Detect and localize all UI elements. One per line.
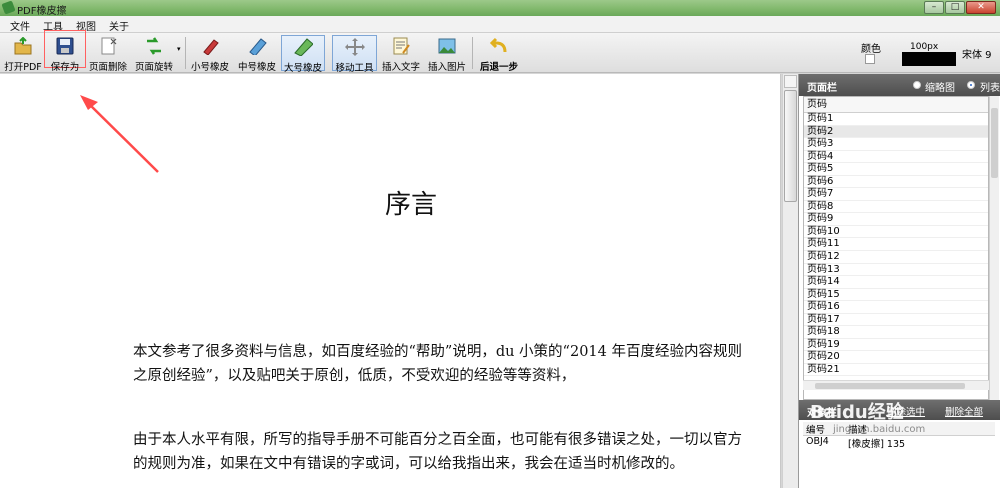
list-item[interactable]: 页码5 (804, 163, 988, 176)
object-id: OBJ4 (806, 436, 829, 447)
list-item[interactable]: 页码9 (804, 213, 988, 226)
list-label: 列表 (980, 83, 1000, 94)
delete-all-link[interactable]: 删除全部 (945, 404, 983, 418)
list-item[interactable]: 页码20 (804, 351, 988, 364)
list-item[interactable]: 页码3 (804, 138, 988, 151)
list-item[interactable]: 页码11 (804, 238, 988, 252)
list-item[interactable]: 页码8 (804, 201, 988, 214)
watermark-url: jingyan.baidu.com (833, 424, 926, 435)
list-item[interactable]: 页码21 (804, 364, 988, 377)
page-list-header: 页码 (804, 97, 988, 113)
list-item[interactable]: 页码10 (804, 226, 988, 239)
list-item[interactable]: 页码12 (804, 251, 988, 264)
list-item[interactable]: 页码2 (804, 125, 988, 139)
scroll-up-button[interactable] (784, 75, 797, 88)
thumbnail-radio[interactable] (913, 81, 921, 89)
list-radio[interactable] (967, 81, 975, 89)
list-item[interactable]: 页码18 (804, 326, 988, 339)
list-item[interactable]: 页码4 (804, 151, 988, 164)
list-item[interactable]: 页码6 (804, 176, 988, 189)
list-item[interactable]: 页码17 (804, 314, 988, 327)
list-item[interactable]: 页码1 (804, 113, 988, 126)
scroll-thumb[interactable] (784, 90, 797, 202)
document-scrollbar[interactable] (782, 74, 798, 488)
watermark-logo: Baidu经验 (810, 402, 904, 423)
page-list-hscrollbar[interactable] (803, 380, 989, 390)
column-header-id: 编号 (806, 425, 826, 436)
list-item[interactable]: 页码19 (804, 339, 988, 352)
list-item[interactable]: 页码15 (804, 289, 988, 302)
page-list-scrollbar[interactable] (989, 96, 999, 400)
page-panel-header: 页面栏 缩略图 列表 (799, 74, 1000, 96)
page-panel-title: 页面栏 (807, 83, 837, 94)
object-desc: [橡皮擦] 135 (848, 439, 906, 450)
page-list-scroll-thumb[interactable] (991, 108, 998, 178)
page-list-hscroll-thumb[interactable] (815, 383, 965, 389)
list-item[interactable]: 页码14 (804, 276, 988, 289)
list-item[interactable]: 页码16 (804, 301, 988, 314)
table-row[interactable]: OBJ4 [橡皮擦] 135 (803, 436, 995, 450)
list-item[interactable]: 页码13 (804, 264, 988, 277)
page-list: 页码 页码1 页码2 页码3 页码4 页码5 页码6 页码7 页码8 页码9 页… (803, 96, 989, 400)
list-item[interactable]: 页码7 (804, 188, 988, 201)
thumbnail-label: 缩略图 (925, 83, 955, 94)
